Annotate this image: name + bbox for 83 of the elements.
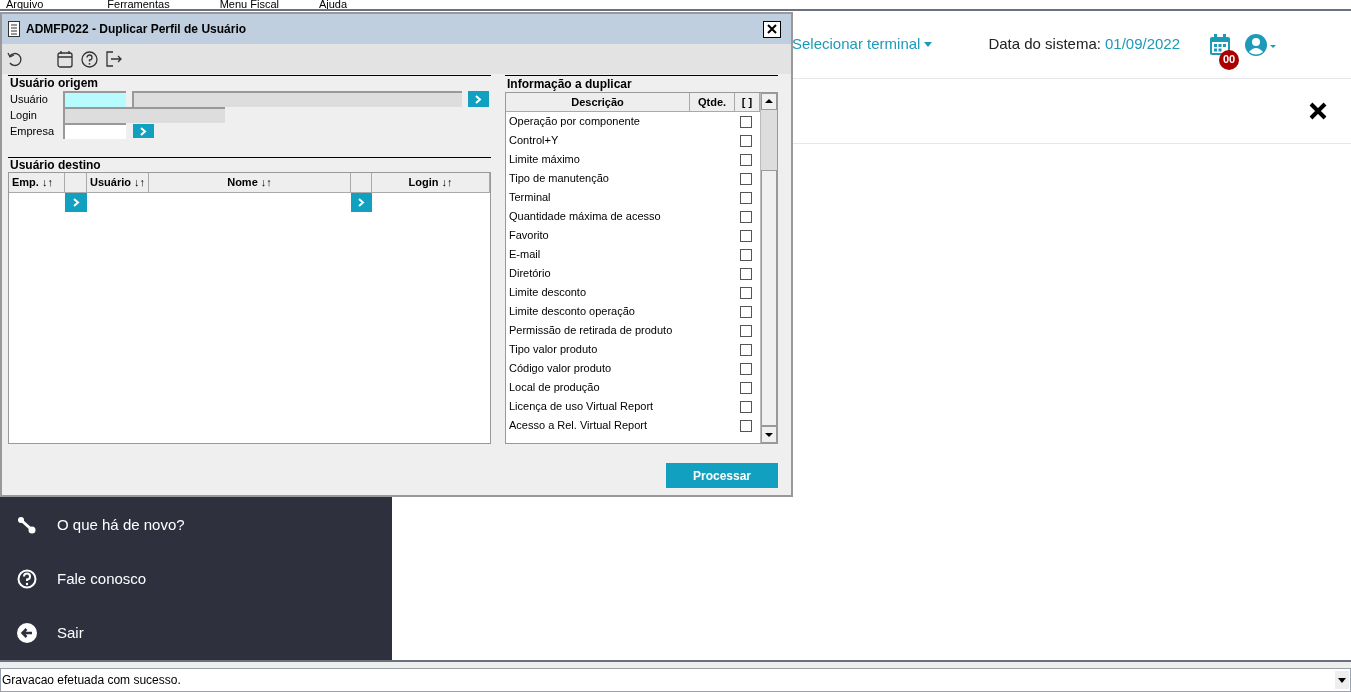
row-label: Operação por componente [509,114,641,130]
checkbox[interactable] [740,191,752,204]
lookup-button[interactable] [351,193,372,212]
close-icon [767,24,777,34]
row-label: Licença de uso Virtual Report [509,399,655,415]
menu-item[interactable]: Menu Fiscal [219,0,279,9]
row-label: Diretório [509,266,552,282]
field-label: Empresa [9,123,56,139]
column-header[interactable]: Descrição [506,93,690,112]
sidebar-item[interactable]: Fale conosco [0,552,392,606]
column-header[interactable]: Qtde. [690,93,735,112]
chevron-icon [72,198,80,207]
help-icon [17,569,37,589]
section-heading: Informação a duplicar [507,76,633,92]
row-label: Limite desconto operação [509,304,636,320]
checkbox[interactable] [740,286,752,299]
checkbox[interactable] [740,229,752,242]
checkbox[interactable] [740,134,752,147]
checkbox[interactable] [740,381,752,394]
checkbox[interactable] [740,343,752,356]
field-label: Login [9,107,38,123]
row-label: Tipo de manutenção [509,171,610,187]
code-field[interactable] [63,123,126,139]
calendar-icon[interactable] [1208,32,1233,57]
scrollbar[interactable] [760,93,777,443]
notification-badge: 00 [1219,49,1240,70]
column-header[interactable]: Login ↓↑ [372,173,490,193]
sidebar-item[interactable]: Sair [0,606,392,660]
checkbox[interactable] [740,172,752,185]
caret-icon [924,42,933,47]
row-label: Control+Y [509,133,560,149]
scroll-thumb[interactable] [761,170,777,426]
lookup-button[interactable] [133,124,154,138]
checkbox[interactable] [740,419,752,432]
undo-icon[interactable] [6,50,24,68]
checkbox[interactable] [740,267,752,280]
help-icon[interactable] [81,50,98,68]
row-label: Terminal [509,190,552,206]
chevron-icon [358,198,365,207]
checkbox[interactable] [740,400,752,413]
user-avatar-icon[interactable] [1244,32,1279,57]
system-date: 01/09/2022 [1104,34,1181,55]
scroll-down-icon[interactable] [761,426,777,443]
row-label: Favorito [509,228,550,244]
row-label: E-mail [509,247,542,263]
field-label: Usuário [9,91,49,107]
column-header[interactable]: Nome ↓↑ [149,173,351,193]
checkbox[interactable] [740,210,752,223]
column-header[interactable]: Usuário ↓↑ [87,173,149,193]
checkbox[interactable] [740,324,752,337]
checkbox[interactable] [740,153,752,166]
row-label: Permissão de retirada de produto [509,323,674,339]
lookup-button[interactable] [468,91,489,107]
exit-icon[interactable] [106,51,122,67]
row-label: Local de produção [509,380,601,396]
lookup-button[interactable] [65,193,87,212]
row-label: Limite desconto [509,285,588,301]
checkbox[interactable] [740,305,752,318]
menu-item[interactable]: Ferramentas [107,0,170,9]
window-title: ADMFP022 - Duplicar Perfil de Usuário [26,21,248,38]
row-label: Código valor produto [509,361,613,377]
calendar-icon[interactable] [57,50,73,68]
checkbox[interactable] [740,248,752,261]
close-button[interactable] [763,20,781,38]
row-label: Limite máximo [509,152,581,168]
row-label: Tipo valor produto [509,342,599,358]
chevron-icon [140,126,147,136]
checkbox[interactable] [740,115,752,128]
section-heading: Usuário destino [10,158,102,172]
checkbox[interactable] [740,362,752,375]
document-icon [8,21,20,37]
sidebar-item[interactable]: O que há de novo? [0,498,392,552]
column-header[interactable]: Emp. ↓↑ [9,173,65,193]
close-icon[interactable] [1309,102,1327,120]
row-label: Quantidade máxima de acesso [509,209,662,225]
share-icon [17,515,37,535]
row-label: Acesso a Rel. Virtual Report [509,418,648,434]
chevron-icon [475,94,482,104]
section-heading: Usuário origem [10,76,100,90]
status-message: Gravacao efetuada com sucesso. [1,672,182,689]
scroll-up-icon[interactable] [761,93,777,110]
system-date-label: Data do sistema: [988,34,1101,55]
code-field[interactable] [63,91,126,107]
